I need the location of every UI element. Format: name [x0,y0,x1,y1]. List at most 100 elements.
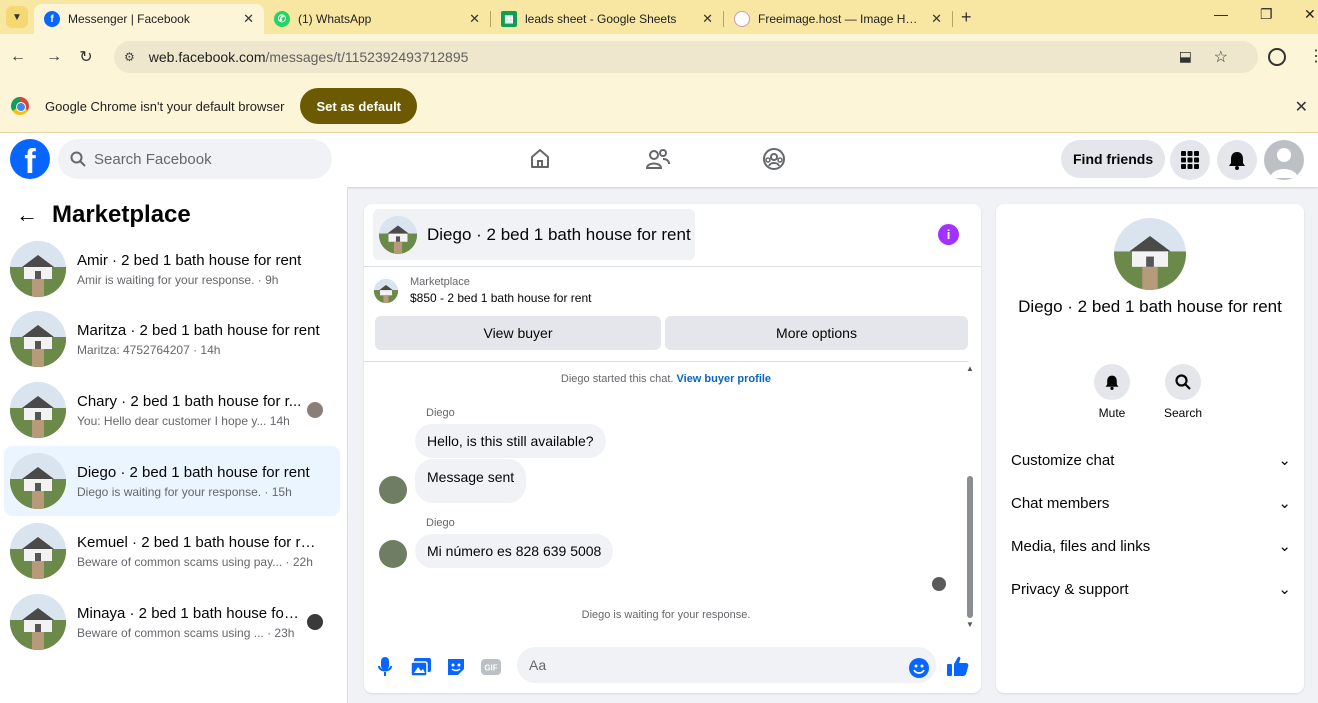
close-infobar-icon[interactable]: ✕ [1295,97,1308,117]
url-path: /messages/t/1152392493712895 [265,49,469,65]
facebook-logo-icon[interactable]: f [10,139,50,179]
url-bar[interactable]: ⚙ web.facebook.com/messages/t/1152392493… [114,41,1258,73]
marketplace-header: ← Marketplace [16,201,191,229]
message-bubble[interactable]: Mi número es 828 639 5008 [415,534,614,568]
account-avatar[interactable] [1264,140,1304,180]
site-settings-icon[interactable]: ⚙ [124,50,135,64]
close-tab-icon[interactable]: ✕ [243,11,254,27]
conversation-item-chary[interactable]: Chary · 2 bed 1 bath house for r... You:… [4,375,340,445]
listing-label: Marketplace [410,276,470,288]
conversation-item-maritza[interactable]: Maritza · 2 bed 1 bath house for rent Ma… [4,304,340,374]
house-thumbnail [10,594,66,650]
browser-menu-icon[interactable]: ⋮ [1308,46,1318,66]
conversation-item-amir[interactable]: Amir · 2 bed 1 bath house for rent Amir … [4,234,340,304]
scrollbar-thumb[interactable] [967,476,973,618]
profile-icon[interactable] [1268,48,1286,66]
privacy-support-section[interactable]: Privacy & support ⌄ [1011,577,1291,601]
photo-icon[interactable] [410,656,432,678]
conversation-preview: Beware of common scams using pay... · 22… [77,554,313,569]
home-icon[interactable] [526,145,554,173]
freeimage-icon [734,11,750,27]
search-facebook-field[interactable]: Search Facebook [58,139,332,179]
message-composer: GIF [364,642,981,692]
search-icon [1165,364,1201,400]
set-as-default-button[interactable]: Set as default [300,88,418,124]
tab-google-sheets[interactable]: ▦ leads sheet - Google Sheets ✕ [491,4,723,34]
conversation-preview: Diego is waiting for your response. · 15… [77,484,292,499]
conversation-name: Chary · 2 bed 1 bath house for r... [77,392,302,410]
browser-tab-strip: ▼ f Messenger | Facebook ✕ ✆ (1) WhatsAp… [0,0,1318,34]
message-bubble[interactable]: Hello, is this still available? [415,424,606,458]
conversation-name: Minaya · 2 bed 1 bath house for ... [77,604,303,622]
chevron-down-icon: ⌄ [1278,495,1291,512]
emoji-icon[interactable] [908,657,930,679]
house-thumbnail [10,453,66,509]
bell-icon [1094,364,1130,400]
conversation-item-diego[interactable]: Diego · 2 bed 1 bath house for rent Dieg… [4,446,340,516]
close-tab-icon[interactable]: ✕ [469,11,480,27]
message-sender: Diego [426,407,455,419]
message-input[interactable] [517,647,936,683]
customize-chat-section[interactable]: Customize chat ⌄ [1011,448,1291,472]
chat-started-notice: Diego started this chat. View buyer prof… [364,373,968,385]
read-receipt-avatar [932,577,946,591]
media-files-links-section[interactable]: Media, files and links ⌄ [1011,534,1291,558]
back-icon[interactable]: ← [4,48,32,66]
close-window-icon[interactable]: ✕ [1304,6,1316,23]
search-icon [70,151,86,167]
groups-icon[interactable] [760,145,788,173]
section-label: Media, files and links [1011,537,1151,555]
tab-whatsapp[interactable]: ✆ (1) WhatsApp ✕ [264,4,490,34]
reload-icon[interactable]: ↻ [72,47,100,67]
tab-separator [952,11,953,27]
mute-action[interactable]: Mute [1082,364,1142,420]
svg-text:GIF: GIF [484,664,497,673]
notifications-bell-icon[interactable] [1217,140,1257,180]
install-app-icon[interactable]: ⬓ [1179,48,1192,65]
tab-search-chevron-icon[interactable]: ▼ [6,6,28,28]
find-friends-button[interactable]: Find friends [1061,140,1166,178]
menu-grid-icon[interactable] [1170,140,1210,180]
chat-started-text: Diego started this chat. [560,373,674,385]
conversation-name: Maritza · 2 bed 1 bath house for rent [77,321,320,339]
close-tab-icon[interactable]: ✕ [931,11,942,27]
message-bubble[interactable]: Message sent [415,459,527,503]
like-thumb-icon[interactable] [947,655,969,677]
conversation-details-panel: Diego · 2 bed 1 bath house for rent Mute… [996,204,1304,693]
new-tab-icon[interactable]: + [961,7,972,28]
tab-freeimage[interactable]: Freeimage.host — Image Hostin ✕ [724,4,952,34]
marketplace-title: Marketplace [52,201,191,228]
section-label: Chat members [1011,494,1110,512]
conversation-item-minaya[interactable]: Minaya · 2 bed 1 bath house for ... Bewa… [4,587,340,657]
conversation-name: Kemuel · 2 bed 1 bath house for rent [77,533,321,551]
conversation-preview: Amir is waiting for your response. · 9h [77,272,279,287]
conversation-name: Diego · 2 bed 1 bath house for rent [77,463,310,481]
tab-title: Messenger | Facebook [68,12,190,26]
details-name: Diego · 2 bed 1 bath house for rent [1018,297,1282,316]
microphone-icon[interactable] [374,656,396,678]
view-buyer-button[interactable]: View buyer [375,316,661,350]
conversation-item-kemuel[interactable]: Kemuel · 2 bed 1 bath house for rent Bew… [4,516,340,586]
view-buyer-profile-link[interactable]: View buyer profile [677,373,772,385]
chat-header[interactable]: Diego · 2 bed 1 bath house for rent [373,209,695,260]
restore-icon[interactable]: ❐ [1260,6,1273,23]
tab-messenger[interactable]: f Messenger | Facebook ✕ [34,4,264,34]
minimize-icon[interactable]: — [1214,6,1228,22]
chat-members-section[interactable]: Chat members ⌄ [1011,491,1291,515]
default-browser-infobar: Google Chrome isn't your default browser… [0,80,1318,133]
sender-avatar [379,540,407,568]
conversation-info-icon[interactable]: i [938,224,959,245]
more-options-button[interactable]: More options [665,316,968,350]
house-thumbnail [10,523,66,579]
close-tab-icon[interactable]: ✕ [702,11,713,27]
bookmark-star-icon[interactable]: ☆ [1214,47,1228,67]
search-action[interactable]: Search [1153,364,1213,420]
forward-icon[interactable]: → [40,48,68,66]
gif-icon[interactable]: GIF [480,656,502,678]
seen-avatar [307,614,323,630]
chevron-down-icon: ⌄ [1278,538,1291,555]
house-thumbnail [374,278,398,303]
back-arrow-icon[interactable]: ← [16,202,38,228]
friends-icon[interactable] [644,145,672,173]
sticker-icon[interactable] [445,656,467,678]
